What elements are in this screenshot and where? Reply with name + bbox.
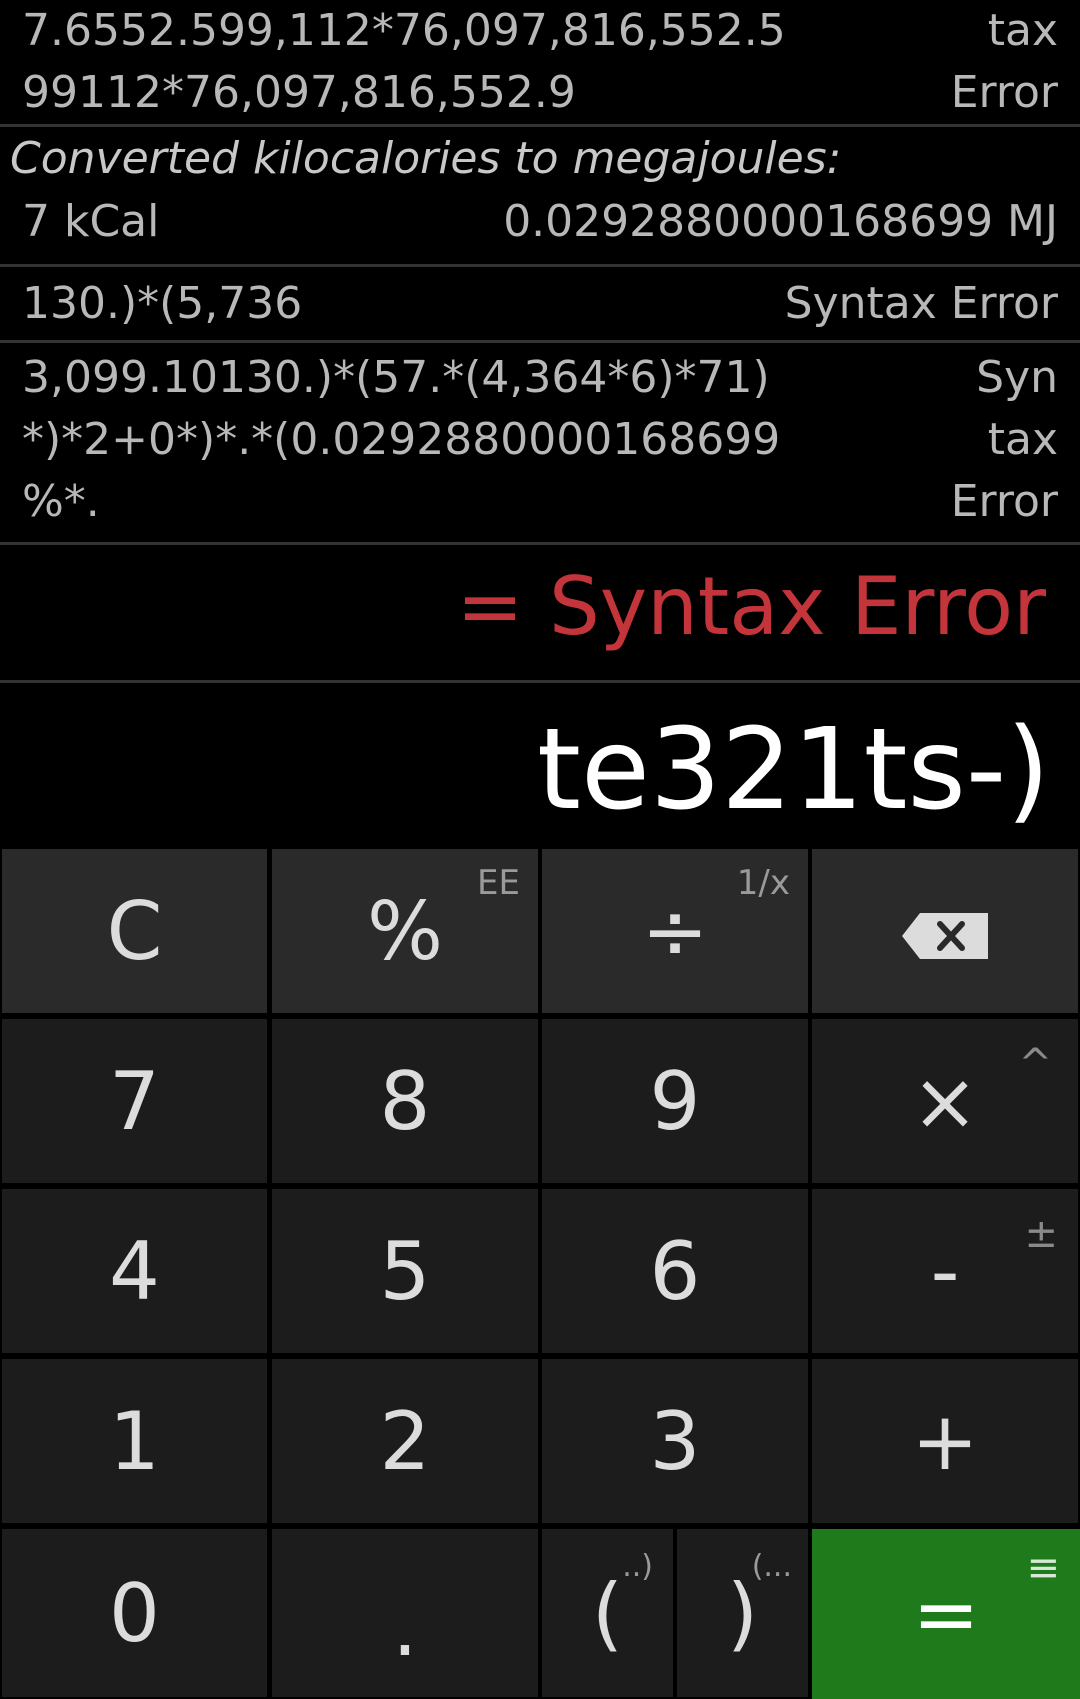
open-paren-button[interactable]: ( ..) [542,1529,673,1697]
digit-label: 9 [649,1054,701,1148]
percent-label: % [366,884,443,978]
digit-2-button[interactable]: 2 [272,1359,538,1523]
history-panel: 7.6552.599,112*76,097,816,552.5 99112*76… [0,0,1080,545]
digit-label: 8 [379,1054,431,1148]
history-entry[interactable]: 3,099.10130.)*(57.*(4,364*6)*71) *)*2+0*… [0,343,1080,542]
close-paren-secondary-label: (... [751,1549,792,1584]
backspace-icon [902,885,988,978]
minus-label: - [930,1224,960,1318]
conversion-to: 0.0292880000168699 MJ [503,196,1058,247]
plus-label: + [911,1394,979,1488]
history-entry[interactable]: 7.6552.599,112*76,097,816,552.5 99112*76… [0,0,1080,124]
digit-3-button[interactable]: 3 [542,1359,808,1523]
divider [0,542,1080,545]
open-paren-secondary-label: ..) [622,1549,653,1584]
digit-label: 4 [109,1224,160,1318]
history-result: Syn tax Error [950,352,1058,527]
keypad: C % EE ÷ 1/x 7 8 9 × ^ 4 5 6 - ± 1 2 3 +… [0,847,1080,1699]
decimal-label: . [392,1580,418,1674]
digit-label: 5 [379,1224,431,1318]
ee-secondary-label: EE [477,863,520,903]
history-expression: 130.)*(5,736 [22,278,303,329]
power-secondary-label: ^ [1018,1041,1052,1087]
multiply-label: × [911,1054,979,1148]
digit-label: 6 [649,1224,701,1318]
digit-6-button[interactable]: 6 [542,1189,808,1353]
result-display: = Syntax Error [456,560,1046,653]
multiply-button[interactable]: × ^ [812,1019,1078,1183]
decimal-point-button[interactable]: . [272,1529,538,1697]
digit-5-button[interactable]: 5 [272,1189,538,1353]
conversion-entry[interactable]: 7 kCal 0.0292880000168699 MJ [0,191,1080,264]
digit-8-button[interactable]: 8 [272,1019,538,1183]
digit-7-button[interactable]: 7 [2,1019,267,1183]
divide-button[interactable]: ÷ 1/x [542,849,808,1013]
digit-9-button[interactable]: 9 [542,1019,808,1183]
history-entry[interactable]: 130.)*(5,736 Syntax Error [0,267,1080,340]
conversion-from: 7 kCal [22,196,160,247]
digit-1-button[interactable]: 1 [2,1359,267,1523]
history-result: Syntax Error [784,278,1058,329]
digit-label: 3 [649,1394,701,1488]
minus-button[interactable]: - ± [812,1189,1078,1353]
history-expression: 7.6552.599,112*76,097,816,552.5 99112*76… [22,5,786,118]
plus-minus-secondary-label: ± [1024,1211,1058,1257]
close-paren-button[interactable]: ) (... [677,1529,808,1697]
digit-4-button[interactable]: 4 [2,1189,267,1353]
reciprocal-secondary-label: 1/x [736,863,790,903]
display-divider [0,680,1080,683]
digit-label: 2 [379,1394,431,1488]
equals-button[interactable]: = ≡ [812,1529,1080,1699]
history-expression: 3,099.10130.)*(57.*(4,364*6)*71) *)*2+0*… [22,352,781,527]
expression-input[interactable]: te321ts-) [537,705,1050,835]
plus-button[interactable]: + [812,1359,1078,1523]
open-paren-label: ( [591,1566,624,1660]
conversion-title: Converted kilocalories to megajoules: [10,133,842,184]
equals-label: = [912,1567,980,1661]
digit-label: 1 [109,1394,160,1488]
digit-label: 7 [109,1054,160,1148]
history-result: tax Error [950,5,1058,118]
clear-button[interactable]: C [2,849,267,1013]
percent-button[interactable]: % EE [272,849,538,1013]
digit-label: 0 [109,1566,160,1660]
clear-label: C [106,884,163,978]
divide-label: ÷ [641,884,709,978]
backspace-button[interactable] [812,849,1078,1013]
menu-icon[interactable]: ≡ [1026,1545,1060,1591]
digit-0-button[interactable]: 0 [2,1529,267,1697]
